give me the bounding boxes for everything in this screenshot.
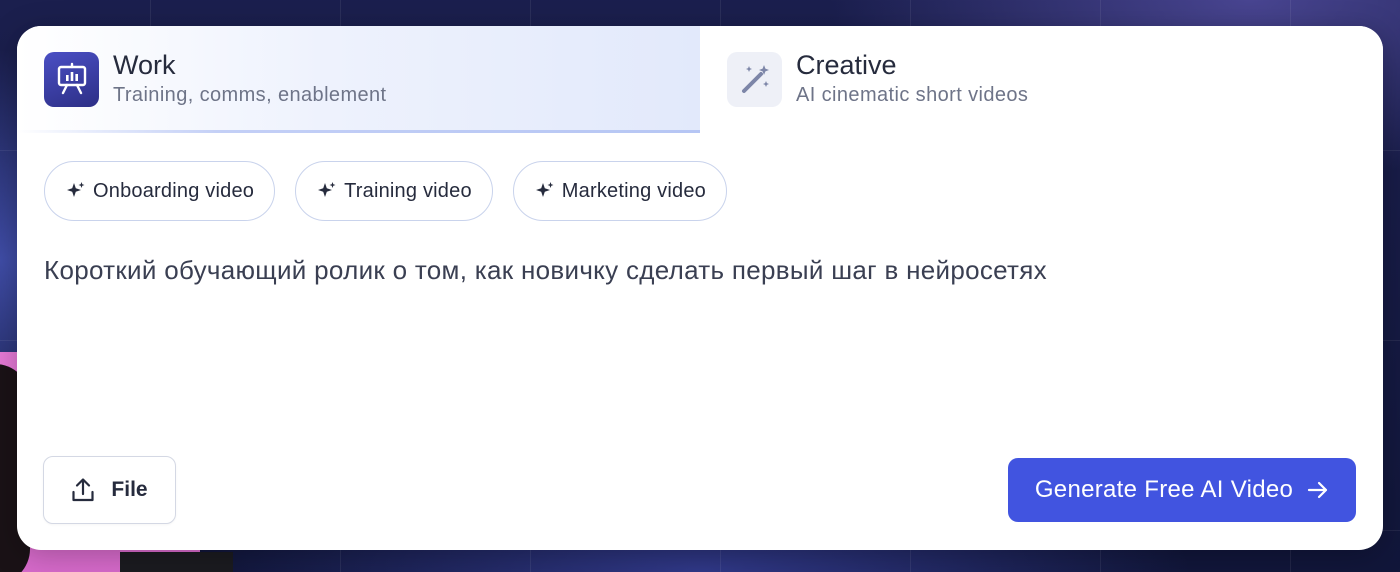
tab-creative-subtitle: AI cinematic short videos — [796, 84, 1029, 106]
chip-label: Marketing video — [561, 179, 706, 202]
tab-creative[interactable]: Creative AI cinematic short videos — [700, 26, 1383, 132]
generate-button-label: Generate Free AI Video — [1034, 476, 1294, 503]
sparkle-icon — [535, 182, 554, 197]
chip-label: Onboarding video — [93, 179, 255, 202]
tab-creative-text: Creative AI cinematic short videos — [796, 50, 1028, 108]
presentation-board-icon — [44, 51, 99, 107]
generate-video-button[interactable]: Generate Free AI Video — [1008, 458, 1356, 522]
chip-marketing-video[interactable]: Marketing video — [512, 161, 727, 221]
arrow-right-icon — [1308, 481, 1328, 499]
file-upload-button[interactable]: File — [43, 456, 176, 524]
tab-work-title: Work — [113, 50, 176, 80]
prompt-textarea[interactable]: Короткий обучающий ролик о том, как нови… — [44, 252, 1344, 288]
file-button-label: File — [111, 478, 148, 501]
magic-wand-icon — [727, 51, 782, 107]
video-prompt-card: Work Training, comms, enablement Creativ… — [17, 26, 1383, 550]
mode-tabs: Work Training, comms, enablement Creativ… — [17, 26, 1383, 133]
background-photo-shadow — [120, 552, 233, 572]
chip-training-video[interactable]: Training video — [295, 161, 493, 221]
chip-onboarding-video[interactable]: Onboarding video — [44, 161, 276, 221]
sparkle-icon — [67, 182, 85, 197]
tab-work-subtitle: Training, comms, enablement — [113, 84, 387, 106]
suggestion-chips: Onboarding video Training video Marketin… — [44, 161, 727, 221]
tab-creative-title: Creative — [796, 50, 897, 80]
tab-work[interactable]: Work Training, comms, enablement — [17, 26, 700, 133]
chip-label: Training video — [344, 179, 472, 202]
sparkle-icon — [318, 182, 336, 197]
tab-work-text: Work Training, comms, enablement — [113, 50, 387, 108]
upload-icon — [72, 478, 95, 502]
